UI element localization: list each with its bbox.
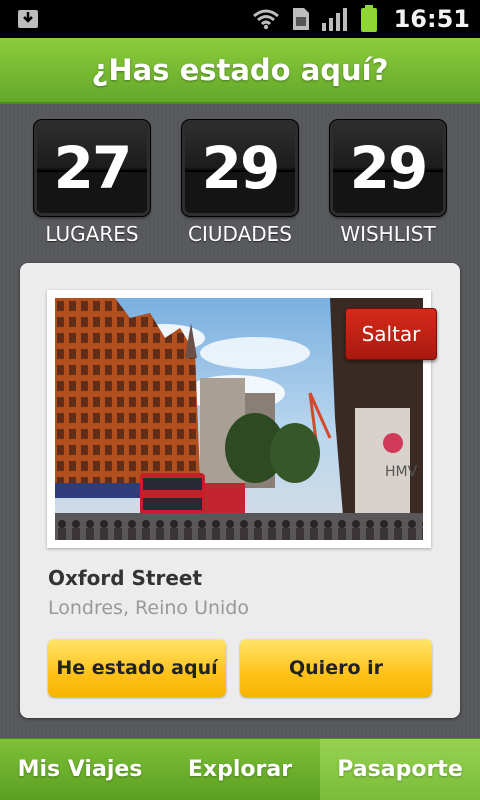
counter-tile: 29 — [182, 120, 298, 216]
sim-icon — [292, 7, 310, 31]
skip-button[interactable]: Saltar — [345, 308, 437, 360]
counter-value: 29 — [349, 134, 429, 202]
battery-icon — [360, 5, 378, 33]
been-here-button[interactable]: He estado aquí — [48, 639, 226, 697]
place-card: HMV Saltar Oxford Street Londres, Reino … — [20, 263, 460, 718]
counter-cities[interactable]: 29 CIUDADES — [182, 120, 298, 246]
nav-explorar[interactable]: Explorar — [160, 739, 320, 800]
place-location: Londres, Reino Unido — [48, 597, 249, 619]
counter-label: WISHLIST — [340, 222, 436, 246]
place-name: Oxford Street — [48, 566, 203, 590]
status-time: 16:51 — [393, 5, 470, 33]
want-to-go-button[interactable]: Quiero ir — [240, 639, 432, 697]
counter-wishlist[interactable]: 29 WISHLIST — [330, 120, 446, 246]
hmv-sign-text: HMV — [385, 464, 418, 480]
main-content: 27 LUGARES 29 CIUDADES 29 WISHLIST HMV S… — [0, 104, 480, 738]
signal-icon — [321, 7, 348, 31]
counter-value: 29 — [201, 134, 281, 202]
bottom-nav: Mis Viajes Explorar Pasaporte — [0, 738, 480, 800]
counter-tile: 27 — [34, 120, 150, 216]
counter-label: LUGARES — [45, 222, 139, 246]
counter-places[interactable]: 27 LUGARES — [34, 120, 150, 246]
status-bar: 16:51 — [0, 0, 480, 38]
header-bar: ¿Has estado aquí? — [0, 38, 480, 104]
wifi-icon — [252, 8, 280, 30]
counter-value: 27 — [53, 134, 133, 202]
download-icon — [16, 6, 40, 30]
counter-label: CIUDADES — [188, 222, 292, 246]
nav-mis-viajes[interactable]: Mis Viajes — [0, 739, 160, 800]
counter-tile: 29 — [330, 120, 446, 216]
nav-pasaporte[interactable]: Pasaporte — [320, 739, 480, 800]
page-title: ¿Has estado aquí? — [91, 53, 389, 87]
